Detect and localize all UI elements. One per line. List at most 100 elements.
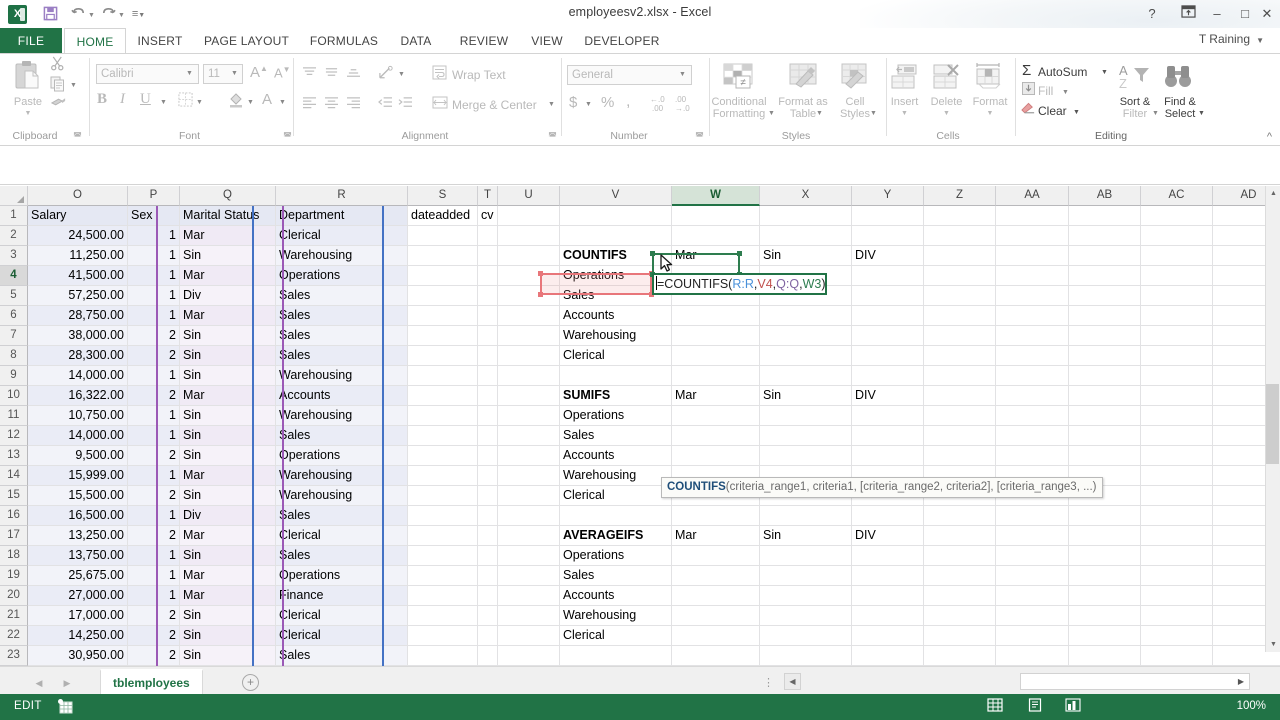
cell-ab10[interactable] [1069,386,1141,406]
cell-q21[interactable]: Sin [180,606,276,626]
cell-q5[interactable]: Div [180,286,276,306]
autosum-label[interactable]: AutoSum [1038,65,1087,79]
borders-icon[interactable] [178,92,193,112]
cell-y10[interactable]: DIV [852,386,924,406]
cell-w20[interactable] [672,586,760,606]
cell-p10[interactable]: 2 [128,386,180,406]
borders-dropdown-icon[interactable]: ▼ [196,99,203,106]
cell-r17[interactable]: Clerical [276,526,408,546]
cell-w12[interactable] [672,426,760,446]
cell-x9[interactable] [760,366,852,386]
cell-u13[interactable] [498,446,560,466]
column-header-y[interactable]: Y [852,186,924,206]
cell-z3[interactable] [924,246,996,266]
cell-q4[interactable]: Mar [180,266,276,286]
cell-t11[interactable] [478,406,498,426]
cell-w13[interactable] [672,446,760,466]
font-size-dropdown-icon[interactable]: ▼ [231,70,238,77]
cell-ab17[interactable] [1069,526,1141,546]
cell-r11[interactable]: Warehousing [276,406,408,426]
cell-aa8[interactable] [996,346,1069,366]
fill-icon[interactable] [1022,82,1035,100]
conditional-formatting-label-line2[interactable]: Formatting [706,108,772,120]
cell-y18[interactable] [852,546,924,566]
column-header-z[interactable]: Z [924,186,996,206]
underline-button[interactable]: U [140,91,151,108]
cell-aa9[interactable] [996,366,1069,386]
cell-aa5[interactable] [996,286,1069,306]
cell-aa10[interactable] [996,386,1069,406]
cell-s2[interactable] [408,226,478,246]
format-as-table-label-line1[interactable]: Format as [774,96,832,108]
cell-v9[interactable] [560,366,672,386]
cell-q9[interactable]: Sin [180,366,276,386]
cell-y16[interactable] [852,506,924,526]
cell-o13[interactable]: 9,500.00 [28,446,128,466]
cell-t15[interactable] [478,486,498,506]
copy-dropdown-icon[interactable]: ▼ [70,82,77,89]
font-color-icon[interactable]: A [262,91,272,108]
cell-p15[interactable]: 2 [128,486,180,506]
cell-styles-icon[interactable] [840,62,870,97]
column-header-v[interactable]: V [560,186,672,206]
conditional-formatting-label-line1[interactable]: Conditional [706,96,772,108]
column-header-ac[interactable]: AC [1141,186,1213,206]
cell-q15[interactable]: Sin [180,486,276,506]
row-header-18[interactable]: 18 [0,546,28,566]
cell-o12[interactable]: 14,000.00 [28,426,128,446]
cell-ab6[interactable] [1069,306,1141,326]
cell-t10[interactable] [478,386,498,406]
cell-ac3[interactable] [1141,246,1213,266]
user-account-dropdown-icon[interactable]: ▼ [1256,36,1264,45]
cell-o10[interactable]: 16,322.00 [28,386,128,406]
vertical-scroll-thumb[interactable] [1266,384,1279,464]
cell-ac21[interactable] [1141,606,1213,626]
cell-w8[interactable] [672,346,760,366]
normal-view-icon[interactable] [985,698,1005,716]
decrease-indent-icon[interactable] [378,96,393,114]
orientation-icon[interactable] [378,65,395,86]
cell-z20[interactable] [924,586,996,606]
cell-ab16[interactable] [1069,506,1141,526]
scroll-up-icon[interactable]: ▲ [1266,186,1280,201]
cell-q22[interactable]: Sin [180,626,276,646]
reference-handle[interactable] [538,271,543,276]
cell-y11[interactable] [852,406,924,426]
cell-ab12[interactable] [1069,426,1141,446]
row-header-10[interactable]: 10 [0,386,28,406]
cell-w2[interactable] [672,226,760,246]
cell-aa3[interactable] [996,246,1069,266]
cell-t20[interactable] [478,586,498,606]
cell-p16[interactable]: 1 [128,506,180,526]
cell-o16[interactable]: 16,500.00 [28,506,128,526]
delete-cells-label[interactable]: Delete [924,96,969,108]
cell-o9[interactable]: 14,000.00 [28,366,128,386]
cell-w11[interactable] [672,406,760,426]
cell-aa12[interactable] [996,426,1069,446]
reference-handle[interactable] [737,251,742,256]
cell-w22[interactable] [672,626,760,646]
cell-o22[interactable]: 14,250.00 [28,626,128,646]
cell-aa16[interactable] [996,506,1069,526]
row-header-9[interactable]: 9 [0,366,28,386]
cell-p11[interactable]: 1 [128,406,180,426]
ribbon-display-options-icon[interactable] [1175,3,1201,25]
cell-w10[interactable]: Mar [672,386,760,406]
cell-aa11[interactable] [996,406,1069,426]
cell-r9[interactable]: Warehousing [276,366,408,386]
cell-p5[interactable]: 1 [128,286,180,306]
cell-z6[interactable] [924,306,996,326]
cell-ac18[interactable] [1141,546,1213,566]
increase-indent-icon[interactable] [398,96,413,114]
tab-view[interactable]: VIEW [523,28,571,54]
cell-y9[interactable] [852,366,924,386]
cell-ac16[interactable] [1141,506,1213,526]
cell-v8[interactable]: Clerical [560,346,672,366]
merge-center-label[interactable]: Merge & Center [452,98,537,112]
format-as-table-icon[interactable] [788,62,820,97]
cell-x19[interactable] [760,566,852,586]
cell-t1[interactable]: cv [478,206,498,226]
collapse-ribbon-button[interactable]: ^ [1267,131,1272,143]
cell-q14[interactable]: Mar [180,466,276,486]
cell-y7[interactable] [852,326,924,346]
